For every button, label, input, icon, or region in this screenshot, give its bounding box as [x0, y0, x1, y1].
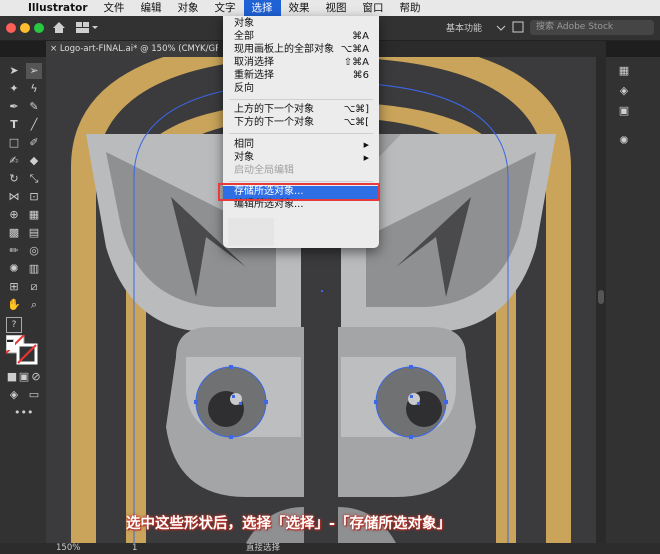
status-bar: 150% 1 直接选择 [0, 543, 660, 554]
menu-app-name[interactable]: Illustrator [24, 0, 96, 16]
workspace-switcher[interactable]: 基本功能 [446, 21, 482, 34]
curvature-tool-icon[interactable]: ✎ [26, 99, 42, 115]
menu-separator [229, 99, 373, 100]
type-tool-icon[interactable]: T [6, 117, 22, 133]
document-tab[interactable]: × Logo-art-FINAL.ai* @ 150% (CMYK/GPU 预览… [46, 41, 218, 57]
mesh-tool-icon[interactable]: ▩ [6, 225, 22, 241]
layers-panel-icon[interactable]: ◈ [616, 83, 632, 99]
menu-view[interactable]: 视图 [318, 0, 355, 16]
menu-window[interactable]: 窗口 [355, 0, 392, 16]
appearance-panel-icon[interactable]: ✺ [616, 133, 632, 149]
width-tool-icon[interactable]: ⋈ [6, 189, 22, 205]
fill-color-icon [7, 342, 15, 350]
arrange-icon[interactable] [512, 21, 524, 33]
menu-item-object-top[interactable]: 对象 [223, 18, 379, 30]
menu-item-next-object-above[interactable]: 上方的下一个对象 ⌥⌘] [223, 104, 379, 116]
menu-item-reselect[interactable]: 重新选择 ⌘6 [223, 70, 379, 82]
selection-tool-icon[interactable]: ➤ [6, 63, 22, 79]
libraries-panel-icon[interactable]: ▣ [616, 103, 632, 119]
menu-item-inverse[interactable]: 反向 [223, 83, 379, 95]
menu-select[interactable]: 选择 [243, 0, 281, 16]
menu-item-all-on-artboard[interactable]: 现用画板上的全部对象 ⌥⌘A [223, 44, 379, 56]
blend-tool-icon[interactable]: ◎ [26, 243, 42, 259]
adobe-stock-search-input[interactable]: 搜索 Adobe Stock [530, 20, 654, 35]
menu-shadow-patch [228, 218, 274, 246]
menu-file[interactable]: 文件 [96, 0, 133, 16]
callout-highlight-box [218, 183, 380, 201]
minimize-window-button[interactable] [20, 23, 30, 33]
submenu-arrow-icon: ▶ [363, 141, 369, 149]
help-icon[interactable]: ? [6, 317, 22, 333]
tools-panel: ➤ ➢ ✦ ϟ ✒ ✎ T ╱ □ ✐ ✍ ◆ ↻ ⤡ ⋈ ⊡ ⊕ ▦ ▩ ▤ … [0, 57, 46, 543]
drawing-mode-icon[interactable]: ◈ [6, 387, 22, 403]
current-tool-label: 直接选择 [246, 543, 281, 553]
rotate-tool-icon[interactable]: ↻ [6, 171, 22, 187]
close-window-button[interactable] [6, 23, 16, 33]
gradient-tool-icon[interactable]: ▤ [26, 225, 42, 241]
menu-edit[interactable]: 编辑 [133, 0, 170, 16]
scrollbar-thumb[interactable] [598, 290, 604, 304]
menu-effect[interactable]: 效果 [281, 0, 318, 16]
arrange-documents-icon[interactable] [76, 22, 98, 33]
zoom-tool-icon[interactable]: ⌕ [26, 297, 42, 313]
shaper-tool-icon[interactable]: ✍ [6, 153, 22, 169]
symbol-sprayer-tool-icon[interactable]: ✺ [6, 261, 22, 277]
magic-wand-tool-icon[interactable]: ✦ [6, 81, 22, 97]
eraser-tool-icon[interactable]: ◆ [26, 153, 42, 169]
menu-item-same[interactable]: 相同 ▶ [223, 139, 379, 151]
chevron-down-icon [496, 25, 506, 31]
document-tab-title: Logo-art-FINAL.ai* @ 150% (CMYK/GPU 预览) [59, 44, 218, 54]
rectangle-tool-icon[interactable]: □ [6, 135, 22, 151]
close-tab-icon[interactable]: × [50, 44, 57, 54]
perspective-grid-tool-icon[interactable]: ▦ [26, 207, 42, 223]
menu-item-start-global-edit: 启动全局编辑 [234, 165, 294, 176]
artboard-number[interactable]: 1 [132, 543, 137, 554]
zoom-window-button[interactable] [34, 23, 44, 33]
menu-separator [229, 181, 373, 182]
menu-type[interactable]: 文字 [207, 0, 244, 16]
submenu-arrow-icon: ▶ [363, 154, 369, 162]
pen-tool-icon[interactable]: ✒ [6, 99, 22, 115]
line-tool-icon[interactable]: ╱ [26, 117, 42, 133]
paintbrush-tool-icon[interactable]: ✐ [26, 135, 42, 151]
hand-tool-icon[interactable]: ✋ [6, 297, 22, 313]
shape-builder-tool-icon[interactable]: ⊕ [6, 207, 22, 223]
menu-help[interactable]: 帮助 [392, 0, 429, 16]
zoom-level[interactable]: 150% [56, 543, 80, 554]
slice-tool-icon[interactable]: ⧄ [26, 279, 42, 295]
menu-object[interactable]: 对象 [170, 0, 207, 16]
lasso-tool-icon[interactable]: ϟ [26, 81, 42, 97]
select-menu-dropdown: 对象 全部 ⌘A 现用画板上的全部对象 ⌥⌘A 取消选择 ⇧⌘A 重新选择 ⌘6… [223, 16, 379, 248]
free-transform-tool-icon[interactable]: ⊡ [26, 189, 42, 205]
eyedropper-tool-icon[interactable]: ✏ [6, 243, 22, 259]
artboard-tool-icon[interactable]: ⊞ [6, 279, 22, 295]
tutorial-caption: 选中这些形状后，选择「选择」-「存储所选对象」 [126, 516, 452, 532]
menu-separator [229, 133, 373, 134]
direct-selection-tool-icon[interactable]: ➢ [26, 63, 42, 79]
menu-item-object-submenu[interactable]: 对象 ▶ [223, 152, 379, 164]
column-graph-tool-icon[interactable]: ▥ [26, 261, 42, 277]
scale-tool-icon[interactable]: ⤡ [26, 171, 42, 187]
menu-item-deselect[interactable]: 取消选择 ⇧⌘A [223, 57, 379, 69]
mac-menubar: Illustrator 文件 编辑 对象 文字 选择 效果 视图 窗口 帮助 [0, 0, 660, 16]
panel-dock: ▦ ◈ ▣ ✺ [606, 57, 660, 543]
menu-item-next-object-below[interactable]: 下方的下一个对象 ⌥⌘[ [223, 117, 379, 129]
home-icon[interactable] [52, 21, 66, 34]
screen-mode-icon[interactable]: ▭ [26, 387, 42, 403]
none-mode-icon[interactable]: ⊘ [28, 369, 44, 385]
more-tools-icon[interactable]: ••• [14, 405, 33, 421]
properties-panel-icon[interactable]: ▦ [616, 63, 632, 79]
menu-item-all[interactable]: 全部 ⌘A [223, 31, 379, 43]
